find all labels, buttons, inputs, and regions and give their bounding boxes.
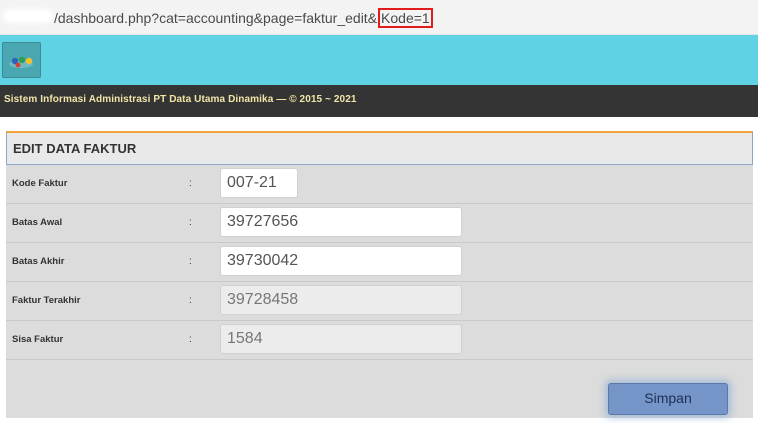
batas-awal-input[interactable]: 39727656 (220, 207, 462, 237)
url-text[interactable]: /dashboard.php?cat=accounting&page=faktu… (54, 8, 433, 28)
form-row-faktur-terakhir: Faktur Terakhir : 39728458 (6, 282, 753, 321)
field-colon: : (189, 217, 192, 228)
field-colon: : (189, 295, 192, 306)
app-logo-icon[interactable] (2, 42, 41, 78)
field-label: Faktur Terakhir (12, 295, 81, 306)
field-label: Batas Awal (12, 217, 63, 228)
field-label: Kode Faktur (12, 178, 68, 189)
url-highlighted-param: Kode=1 (378, 8, 433, 28)
sisa-faktur-input: 1584 (220, 324, 462, 354)
form-row-batas-akhir: Batas Akhir : 39730042 (6, 243, 753, 282)
faktur-terakhir-input: 39728458 (220, 285, 462, 315)
url-path: /dashboard.php?cat=accounting&page=faktu… (54, 10, 378, 26)
field-colon: : (189, 256, 192, 267)
field-label: Batas Akhir (12, 256, 65, 267)
app-title: Sistem Informasi Administrasi PT Data Ut… (4, 94, 357, 105)
form-title: EDIT DATA FAKTUR (13, 141, 137, 156)
simpan-button[interactable]: Simpan (608, 383, 728, 415)
edit-faktur-form: EDIT DATA FAKTUR Kode Faktur : 007-21 Ba… (6, 131, 753, 418)
url-redacted-host (2, 9, 54, 23)
address-bar[interactable]: /dashboard.php?cat=accounting&page=faktu… (0, 0, 758, 35)
form-row-kode-faktur: Kode Faktur : 007-21 (6, 165, 753, 204)
kode-faktur-input[interactable]: 007-21 (220, 168, 298, 198)
field-label: Sisa Faktur (12, 334, 64, 345)
field-colon: : (189, 178, 192, 189)
app-info-bar: Sistem Informasi Administrasi PT Data Ut… (0, 85, 758, 117)
field-colon: : (189, 334, 192, 345)
form-row-sisa-faktur: Sisa Faktur : 1584 (6, 321, 753, 360)
top-header (0, 35, 758, 85)
form-row-batas-awal: Batas Awal : 39727656 (6, 204, 753, 243)
form-header: EDIT DATA FAKTUR (6, 131, 753, 165)
batas-akhir-input[interactable]: 39730042 (220, 246, 462, 276)
